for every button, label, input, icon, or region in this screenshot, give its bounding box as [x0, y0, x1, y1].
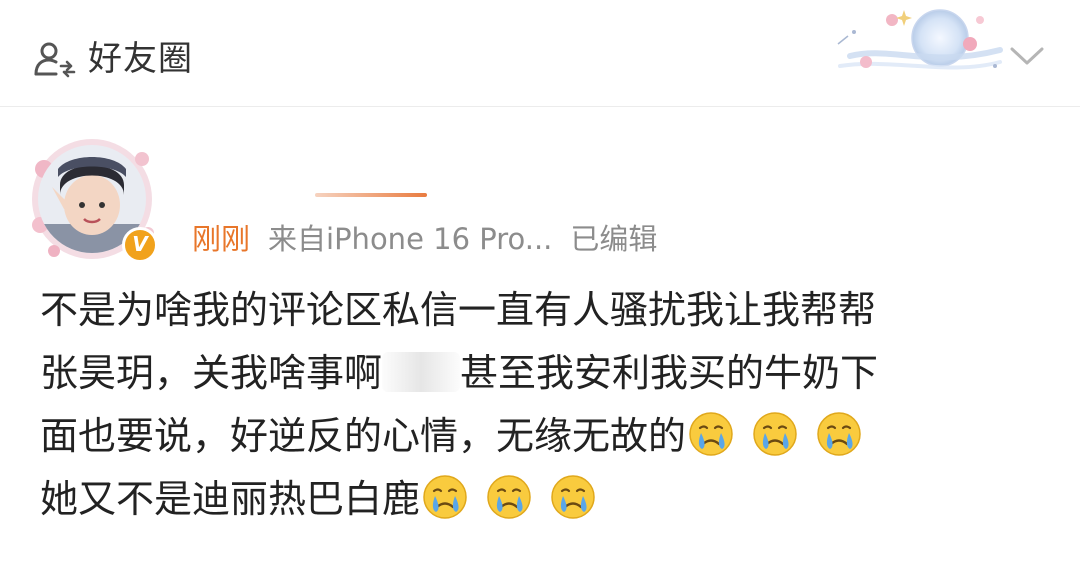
post-card: V 刚刚 来自iPhone 16 Pro... 已编辑 不是为啥我的评论区私信一直有…	[0, 107, 1080, 581]
chevron-down-icon[interactable]	[1008, 44, 1046, 68]
post-text-segment: 张昊玥，关我啥事啊	[40, 351, 383, 395]
post-text-segment: 她又不是迪丽热巴白鹿	[40, 477, 421, 521]
app-screen: 好友圈 V 刚刚 来自iPhone 16 Pro... 已编辑 不是为啥我的评论…	[0, 0, 1080, 581]
post-content: 不是为啥我的评论区私信一直有人骚扰我让我帮帮 张昊玥，关我啥事啊 甚至我安利我买的…	[40, 279, 1050, 531]
post-text-segment: 面也要说，好逆反的心情，无缘无故的	[40, 414, 687, 458]
crying-face-icon	[689, 412, 733, 456]
friends-circle-header: 好友圈	[0, 0, 1080, 107]
post-text-line: 张昊玥，关我啥事啊 甚至我安利我买的牛奶下	[40, 342, 1050, 405]
post-time: 刚刚	[192, 222, 251, 256]
crying-face-icon	[753, 412, 797, 456]
post-text-segment: 甚至我安利我买的牛奶下	[460, 351, 879, 395]
post-text-line: 不是为啥我的评论区私信一直有人骚扰我让我帮帮	[40, 288, 877, 332]
post-text-line: 她又不是迪丽热巴白鹿	[40, 468, 1050, 531]
post-source[interactable]: 来自iPhone 16 Pro...	[268, 222, 552, 256]
post-text-line: 面也要说，好逆反的心情，无缘无故的	[40, 405, 1050, 468]
crying-face-icon	[487, 475, 531, 519]
crying-face-icon	[423, 475, 467, 519]
post-meta: 刚刚 来自iPhone 16 Pro... 已编辑	[192, 219, 657, 259]
username-redacted	[315, 193, 427, 197]
group-icon	[34, 42, 76, 78]
verified-badge: V	[122, 227, 158, 263]
crying-face-icon	[817, 412, 861, 456]
page-title[interactable]: 好友圈	[88, 36, 193, 82]
decorative-banner-image	[837, 9, 1003, 70]
crying-face-icon	[551, 475, 595, 519]
redacted-text	[382, 352, 461, 392]
edited-label[interactable]: 已编辑	[570, 222, 657, 256]
